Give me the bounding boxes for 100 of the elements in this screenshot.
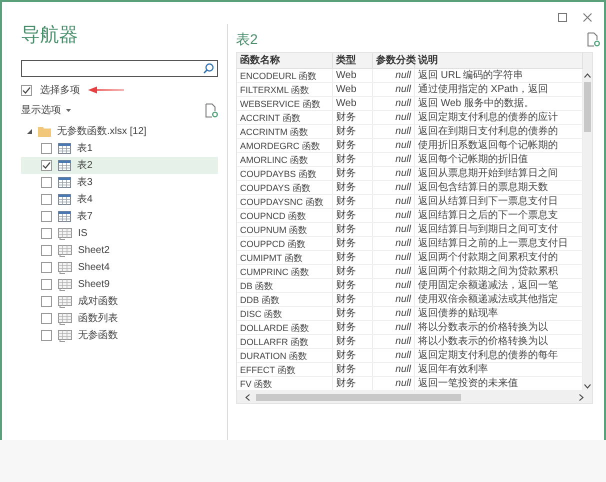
- item-checkbox[interactable]: [41, 143, 52, 154]
- tree-item[interactable]: Sheet9: [21, 276, 218, 293]
- expand-icon[interactable]: [27, 129, 32, 134]
- table-cell: FV 函数: [237, 377, 333, 390]
- table-cell: 财务: [333, 209, 373, 222]
- table-cell: DB 函数: [237, 279, 333, 292]
- scroll-up-icon[interactable]: [584, 73, 591, 78]
- search-field[interactable]: [21, 60, 218, 77]
- item-checkbox[interactable]: [41, 279, 52, 290]
- sheet-icon: [58, 262, 72, 274]
- sheet-icon: [58, 278, 72, 290]
- table-cell: AMORLINC 函数: [237, 153, 333, 166]
- table-cell: COUPPCD 函数: [237, 237, 333, 250]
- table-cell: 财务: [333, 181, 373, 194]
- table-cell: null: [373, 237, 415, 250]
- table-cell: 财务: [333, 293, 373, 306]
- sheet-icon: [58, 296, 72, 308]
- table-cell: DOLLARFR 函数: [237, 335, 333, 348]
- item-checkbox[interactable]: [41, 313, 52, 324]
- item-checkbox[interactable]: [41, 330, 52, 341]
- scroll-left-icon[interactable]: [245, 394, 250, 400]
- table-cell: COUPDAYSNC 函数: [237, 195, 333, 208]
- table-cell: null: [373, 293, 415, 306]
- table-cell: COUPDAYS 函数: [237, 181, 333, 194]
- tree-item[interactable]: 表7: [21, 208, 218, 225]
- table-cell: null: [373, 139, 415, 152]
- table-icon: [58, 177, 71, 188]
- table-cell: null: [373, 279, 415, 292]
- table-cell: 财务: [333, 139, 373, 152]
- table-cell: 财务: [333, 279, 373, 292]
- tree-item[interactable]: 表3: [21, 174, 218, 191]
- table-icon: [58, 160, 71, 171]
- table-cell: WEBSERVICE 函数: [237, 97, 333, 110]
- item-checkbox[interactable]: [41, 245, 52, 256]
- tree-item[interactable]: 表2: [21, 157, 218, 174]
- refresh-icon[interactable]: [205, 102, 218, 118]
- table-cell: DOLLARDE 函数: [237, 321, 333, 334]
- tree-item[interactable]: 成对函数: [21, 293, 218, 310]
- item-checkbox[interactable]: [41, 160, 52, 171]
- table-cell: ACCRINTM 函数: [237, 125, 333, 138]
- table-cell: 财务: [333, 153, 373, 166]
- tree-item[interactable]: Sheet4: [21, 259, 218, 276]
- table-cell: null: [373, 167, 415, 180]
- table-cell: null: [373, 83, 415, 96]
- table-cell: null: [373, 125, 415, 138]
- table-cell: COUPNCD 函数: [237, 209, 333, 222]
- column-header[interactable]: 类型: [333, 53, 373, 68]
- tree-item[interactable]: 表4: [21, 191, 218, 208]
- display-options-button[interactable]: 显示选项: [21, 102, 71, 118]
- table-cell: null: [373, 223, 415, 236]
- file-name: 无参数函数.xlsx [12]: [57, 124, 146, 139]
- item-checkbox[interactable]: [41, 296, 52, 307]
- tree-item[interactable]: 无参函数: [21, 327, 218, 344]
- table-cell: 财务: [333, 307, 373, 320]
- item-checkbox[interactable]: [41, 228, 52, 239]
- scroll-right-icon[interactable]: [579, 394, 584, 400]
- tree-item[interactable]: Sheet2: [21, 242, 218, 259]
- preview-title: 表2: [236, 30, 258, 48]
- refresh-icon[interactable]: [587, 32, 600, 46]
- item-checkbox[interactable]: [41, 194, 52, 205]
- table-cell: null: [373, 335, 415, 348]
- tree-item[interactable]: 函数列表: [21, 310, 218, 327]
- table-cell: FILTERXML 函数: [237, 83, 333, 96]
- tree-item[interactable]: 表1: [21, 140, 218, 157]
- table-cell: 财务: [333, 223, 373, 236]
- table-cell: null: [373, 265, 415, 278]
- column-header[interactable]: 参数分类: [373, 53, 415, 68]
- vertical-scrollbar[interactable]: [583, 53, 592, 391]
- multi-select-checkbox[interactable]: [21, 84, 32, 96]
- sheet-icon: [58, 330, 72, 342]
- sheet-icon: [58, 312, 72, 324]
- item-checkbox[interactable]: [41, 211, 52, 222]
- table-cell: 财务: [333, 251, 373, 264]
- maximize-icon[interactable]: [558, 12, 567, 22]
- column-header[interactable]: 函数名称: [237, 53, 333, 68]
- table-cell: 财务: [333, 111, 373, 124]
- scroll-thumb[interactable]: [256, 394, 461, 400]
- table-cell: 财务: [333, 195, 373, 208]
- item-checkbox[interactable]: [41, 262, 52, 273]
- table-cell: null: [373, 97, 415, 110]
- sheet-icon: [58, 244, 72, 256]
- search-icon: [203, 63, 214, 74]
- table-cell: null: [373, 181, 415, 194]
- scroll-down-icon[interactable]: [584, 384, 591, 389]
- table-cell: 财务: [333, 237, 373, 250]
- table-cell: CUMIPMT 函数: [237, 251, 333, 264]
- table-cell: DDB 函数: [237, 293, 333, 306]
- table-cell: Web: [333, 69, 373, 82]
- tree-item[interactable]: IS: [21, 225, 218, 242]
- scroll-thumb[interactable]: [584, 82, 591, 132]
- table-cell: CUMPRINC 函数: [237, 265, 333, 278]
- table-cell: 财务: [333, 265, 373, 278]
- table-cell: DURATION 函数: [237, 349, 333, 362]
- horizontal-scrollbar[interactable]: [237, 391, 592, 403]
- table-cell: null: [373, 321, 415, 334]
- table-cell: 财务: [333, 363, 373, 376]
- close-icon[interactable]: [583, 12, 592, 22]
- window-title: 导航器: [21, 26, 79, 45]
- item-checkbox[interactable]: [41, 177, 52, 188]
- table-cell: null: [373, 363, 415, 376]
